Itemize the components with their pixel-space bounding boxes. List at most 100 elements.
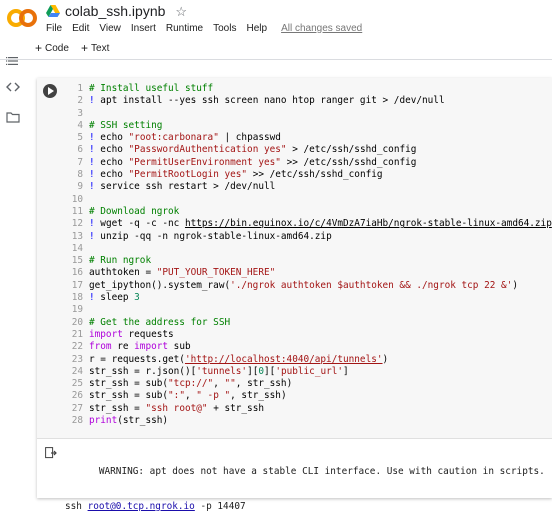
code-token: (str_ssh): [117, 415, 169, 427]
code-token: 3: [134, 292, 140, 304]
code-token: 'http://localhost:4040/api/tunnels': [184, 353, 383, 365]
add-code-button[interactable]: + Code: [35, 42, 69, 54]
line-number: 28: [71, 415, 83, 427]
menu-icon[interactable]: [6, 54, 20, 68]
code-token: from: [89, 341, 112, 353]
code-token: apt install --yes ssh screen nano htop r…: [100, 95, 445, 107]
files-icon[interactable]: [6, 110, 20, 124]
menu-bar: File Edit View Insert Runtime Tools Help…: [46, 20, 362, 36]
line-number: 1: [77, 83, 83, 94]
line-number: 16: [71, 267, 83, 279]
code-line: 15 # Run ngrok: [63, 255, 552, 267]
plus-icon: +: [81, 41, 89, 55]
code-line: 21 import requests: [63, 329, 552, 341]
line-number: 10: [71, 193, 83, 205]
code-token: !: [89, 144, 101, 156]
cell-output: WARNING: apt does not have a stable CLI …: [37, 438, 552, 511]
output-clear-icon[interactable]: [45, 447, 57, 459]
menu-insert[interactable]: Insert: [131, 23, 156, 34]
plus-icon: +: [35, 41, 43, 55]
add-code-label: Code: [45, 42, 69, 54]
code-line: 4 # SSH setting: [63, 120, 552, 132]
code-token: "root:carbonara": [128, 132, 219, 144]
code-token: , str_ssh): [230, 390, 287, 402]
code-token: echo: [100, 132, 129, 144]
code-token: # Get the address for SSH: [89, 316, 231, 328]
line-number: 17: [71, 279, 83, 291]
code-line: 22 from re import sub: [63, 341, 552, 353]
code-line: 13! unzip -qq -n ngrok-stable-linux-amd6…: [63, 231, 552, 243]
code-token: , str_ssh): [235, 378, 293, 390]
line-number: 13: [71, 230, 83, 242]
code-token: # Install useful stuff: [89, 83, 214, 94]
line-number: 24: [71, 365, 83, 377]
menu-file[interactable]: File: [46, 23, 62, 34]
line-number: 3: [77, 107, 83, 119]
code-token: ][: [264, 365, 276, 377]
save-status[interactable]: All changes saved: [281, 23, 362, 34]
code-line: 3: [63, 108, 552, 120]
code-token: !: [89, 292, 101, 304]
code-line: 17 get_ipython().system_raw('./ngrok auth…: [63, 280, 552, 292]
code-cell[interactable]: 1 # Install useful stuff 2! apt install --…: [37, 78, 552, 511]
menu-help[interactable]: Help: [246, 23, 267, 34]
line-number: 6: [77, 144, 83, 156]
code-snippets-icon[interactable]: [6, 80, 20, 94]
app-header: colab_ssh.ipynb ☆ File Edit View Insert …: [0, 0, 552, 38]
code-token: "ssh root@": [145, 402, 208, 414]
code-token: >> /etc/ssh/sshd_config: [280, 156, 417, 168]
ssh-prefix: ssh: [65, 501, 88, 511]
code-token: " -p ": [196, 390, 231, 402]
line-number: 26: [71, 390, 83, 402]
apt-warning: WARNING: apt does not have a stable CLI …: [98, 466, 545, 477]
code-line: 10: [63, 194, 552, 206]
code-token: # SSH setting: [89, 119, 163, 131]
code-token: > /etc/ssh/sshd_config: [286, 144, 417, 156]
menu-view[interactable]: View: [99, 23, 121, 34]
code-token: import: [134, 341, 169, 353]
line-number: 18: [71, 292, 83, 304]
menu-runtime[interactable]: Runtime: [166, 23, 203, 34]
code-token: str_ssh = sub(: [89, 390, 169, 402]
code-token: ][: [247, 365, 259, 377]
code-line: 9! service ssh restart > /dev/null: [63, 181, 552, 193]
line-number: 5: [77, 132, 83, 144]
menu-tools[interactable]: Tools: [213, 23, 236, 34]
code-token: echo: [100, 144, 129, 156]
ssh-command-line: ssh root@0.tcp.ngrok.io -p 14407: [65, 501, 545, 511]
code-token: echo: [100, 156, 129, 168]
code-line: 2! apt install --yes ssh screen nano hto…: [63, 95, 552, 107]
code-token: >> /etc/ssh/sshd_config: [247, 169, 383, 181]
code-token: import: [89, 328, 123, 340]
code-line: 19: [63, 304, 552, 316]
code-editor[interactable]: 1 # Install useful stuff 2! apt install --…: [63, 83, 552, 427]
ssh-host-link[interactable]: root@0.tcp.ngrok.io: [88, 501, 195, 511]
run-cell-button[interactable]: [43, 84, 57, 98]
code-line: 28 print (str_ssh): [63, 415, 552, 427]
code-token: "PermitUserEnvironment yes": [128, 156, 281, 168]
code-token: re: [111, 341, 135, 353]
code-line: 7! echo "PermitUserEnvironment yes" >> /…: [63, 157, 552, 169]
code-token: str_ssh = sub(: [89, 378, 169, 390]
code-line: 11 # Download ngrok: [63, 206, 552, 218]
code-token: ): [512, 279, 518, 291]
code-token: !: [89, 181, 101, 193]
left-rail: [0, 57, 26, 511]
notebook-title[interactable]: colab_ssh.ipynb: [65, 3, 165, 19]
code-token: r = requests.get(: [89, 353, 185, 365]
code-token: !: [89, 95, 101, 107]
code-token: "PermitRootLogin yes": [128, 169, 248, 181]
add-text-button[interactable]: + Text: [81, 42, 109, 54]
code-line: 14: [63, 243, 552, 255]
code-token: !: [89, 156, 101, 168]
code-token: !: [89, 218, 101, 230]
line-number: 15: [71, 255, 83, 267]
code-line: 8! echo "PermitRootLogin yes" >> /etc/ss…: [63, 169, 552, 181]
star-icon[interactable]: ☆: [175, 5, 187, 18]
menu-edit[interactable]: Edit: [72, 23, 89, 34]
colab-logo-icon[interactable]: [7, 7, 37, 29]
code-token: sub: [168, 341, 191, 353]
line-number: 25: [71, 378, 83, 390]
code-token: './ngrok authtoken $authtoken && ./ngrok…: [230, 279, 513, 291]
code-token: sleep: [100, 292, 135, 304]
